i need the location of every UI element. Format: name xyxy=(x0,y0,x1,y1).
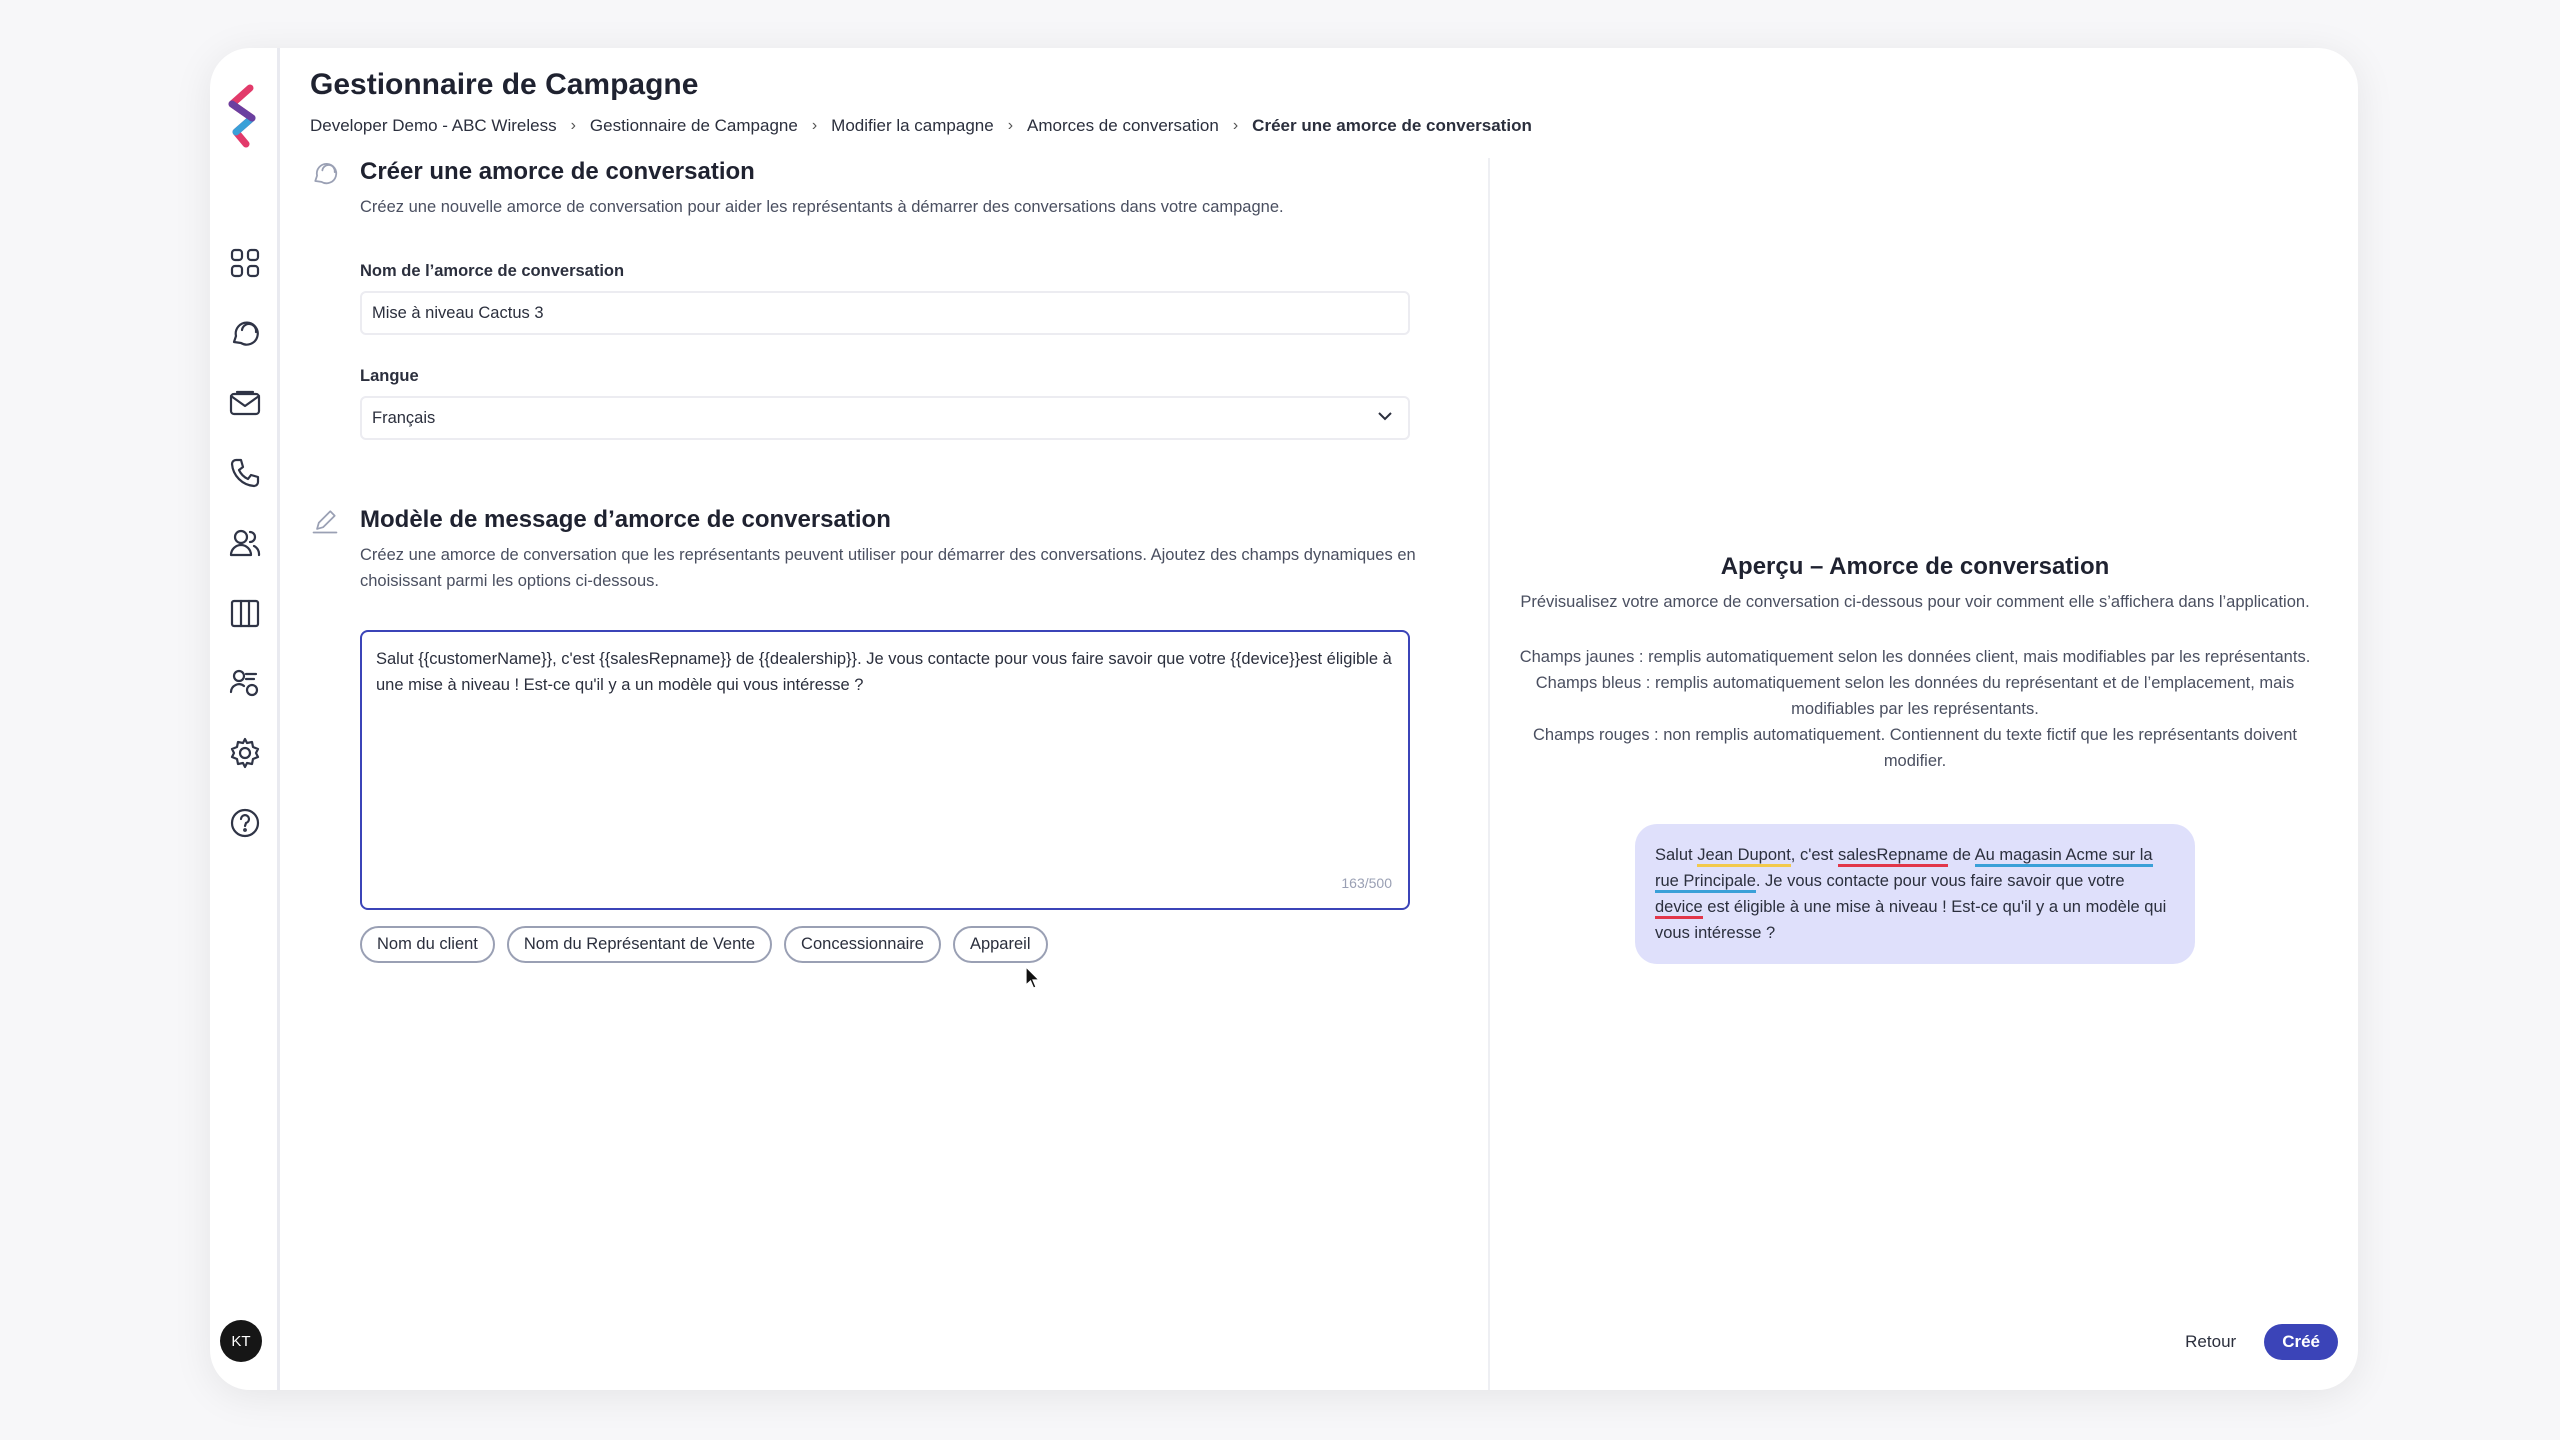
bubble-text: est éligible à une mise à niveau ! Est-c… xyxy=(1655,898,2167,942)
back-button[interactable]: Retour xyxy=(2185,1332,2236,1352)
phone-icon[interactable] xyxy=(226,454,264,492)
chip-customer-name[interactable]: Nom du client xyxy=(360,926,495,963)
page-title: Gestionnaire de Campagne xyxy=(310,68,699,101)
breadcrumb-item-conversation-starters[interactable]: Amorces de conversation xyxy=(1027,116,1219,136)
language-field-label: Langue xyxy=(360,367,419,385)
field-legend: Champs jaunes : remplis automatiquement … xyxy=(1500,644,2330,774)
chevron-right-icon: › xyxy=(570,117,576,134)
preview-message-bubble: Salut Jean Dupont, c'est salesRepname de… xyxy=(1635,824,2195,964)
field-customer-name[interactable]: Jean Dupont xyxy=(1697,846,1791,867)
char-count: 163/500 xyxy=(1341,875,1392,891)
preview-title: Aperçu – Amorce de conversation xyxy=(1720,553,2110,580)
users-icon[interactable] xyxy=(226,524,264,562)
app-logo-icon[interactable] xyxy=(222,84,268,148)
sidebar: KT xyxy=(210,48,280,1390)
template-section: Modèle de message d’amorce de conversati… xyxy=(310,506,1470,963)
section-title: Créer une amorce de conversation xyxy=(360,158,755,185)
breadcrumb-item-current: Créer une amorce de conversation xyxy=(1252,116,1532,135)
legend-yellow: Champs jaunes : remplis automatiquement … xyxy=(1519,648,2311,666)
settings-icon[interactable] xyxy=(226,734,264,772)
chevron-right-icon: › xyxy=(811,117,818,134)
footer-actions: Retour Créé xyxy=(2185,1324,2338,1360)
avatar[interactable]: KT xyxy=(220,1320,262,1362)
app-window: KT Gestionnaire de Campagne Developer De… xyxy=(210,48,2358,1390)
message-template-text: Salut {{customerName}}, c'est {{salesRep… xyxy=(376,650,1392,694)
avatar-initials: KT xyxy=(231,1332,251,1350)
chip-sales-rep-name[interactable]: Nom du Représentant de Vente xyxy=(506,926,773,963)
dashboard-icon[interactable] xyxy=(226,244,264,282)
chip-device[interactable]: Appareil xyxy=(952,926,1048,963)
inbox-icon[interactable] xyxy=(226,384,264,422)
bubble-text: . Je vous contacte pour vous faire savoi… xyxy=(1755,872,2125,890)
preview-pane: Aperçu – Amorce de conversation Prévisua… xyxy=(1500,553,2330,964)
bubble-text: , c'est xyxy=(1790,846,1838,864)
help-icon[interactable] xyxy=(226,804,264,842)
chip-dealership[interactable]: Concessionnaire xyxy=(784,926,941,963)
breadcrumb-item-developer-demo[interactable]: Developer Demo - ABC Wireless xyxy=(310,116,557,136)
legend-blue: Champs bleus : remplis automatiquement s… xyxy=(1535,674,2295,718)
pencil-icon xyxy=(310,506,342,538)
section-description: Créez une amorce de conversation que les… xyxy=(360,546,1416,590)
breadcrumb-item-campaign-manager[interactable]: Gestionnaire de Campagne xyxy=(590,116,798,136)
preview-subtitle: Prévisualisez votre amorce de conversati… xyxy=(1520,593,2310,611)
chat-icon xyxy=(310,158,342,190)
language-select[interactable]: Français xyxy=(360,396,1410,440)
bubble-text: Salut xyxy=(1655,846,1698,864)
chat-icon[interactable] xyxy=(226,314,264,352)
chevron-down-icon xyxy=(1374,405,1396,432)
section-title: Modèle de message d’amorce de conversati… xyxy=(360,506,891,533)
header: Gestionnaire de Campagne Developer Demo … xyxy=(310,68,1532,136)
legend-red: Champs rouges : non remplis automatiquem… xyxy=(1532,726,2298,770)
library-icon[interactable] xyxy=(226,594,264,632)
language-select-value: Français xyxy=(372,408,436,427)
dynamic-field-chips: Nom du client Nom du Représentant de Ven… xyxy=(360,926,1470,963)
chevron-right-icon: › xyxy=(1232,117,1239,134)
pane-divider xyxy=(1488,158,1490,1390)
breadcrumb: Developer Demo - ABC Wireless › Gestionn… xyxy=(310,116,1532,136)
starter-name-input[interactable] xyxy=(360,291,1410,335)
field-sales-rep-name[interactable]: salesRepname xyxy=(1837,846,1949,867)
breadcrumb-item-edit-campaign[interactable]: Modifier la campagne xyxy=(831,116,994,136)
name-field-label: Nom de l’amorce de conversation xyxy=(360,262,625,280)
form-pane: Créer une amorce de conversation Créez u… xyxy=(310,158,1470,963)
field-device[interactable]: device xyxy=(1655,898,1703,919)
user-admin-icon[interactable] xyxy=(226,664,264,702)
chevron-right-icon: › xyxy=(1007,117,1014,134)
create-button[interactable]: Créé xyxy=(2264,1324,2338,1360)
bubble-text: de xyxy=(1948,846,1975,864)
section-description: Créez une nouvelle amorce de conversatio… xyxy=(360,198,1284,216)
mouse-cursor-icon xyxy=(1025,966,1041,989)
create-section: Créer une amorce de conversation Créez u… xyxy=(310,158,1470,440)
message-template-textarea[interactable]: Salut {{customerName}}, c'est {{salesRep… xyxy=(360,630,1410,910)
